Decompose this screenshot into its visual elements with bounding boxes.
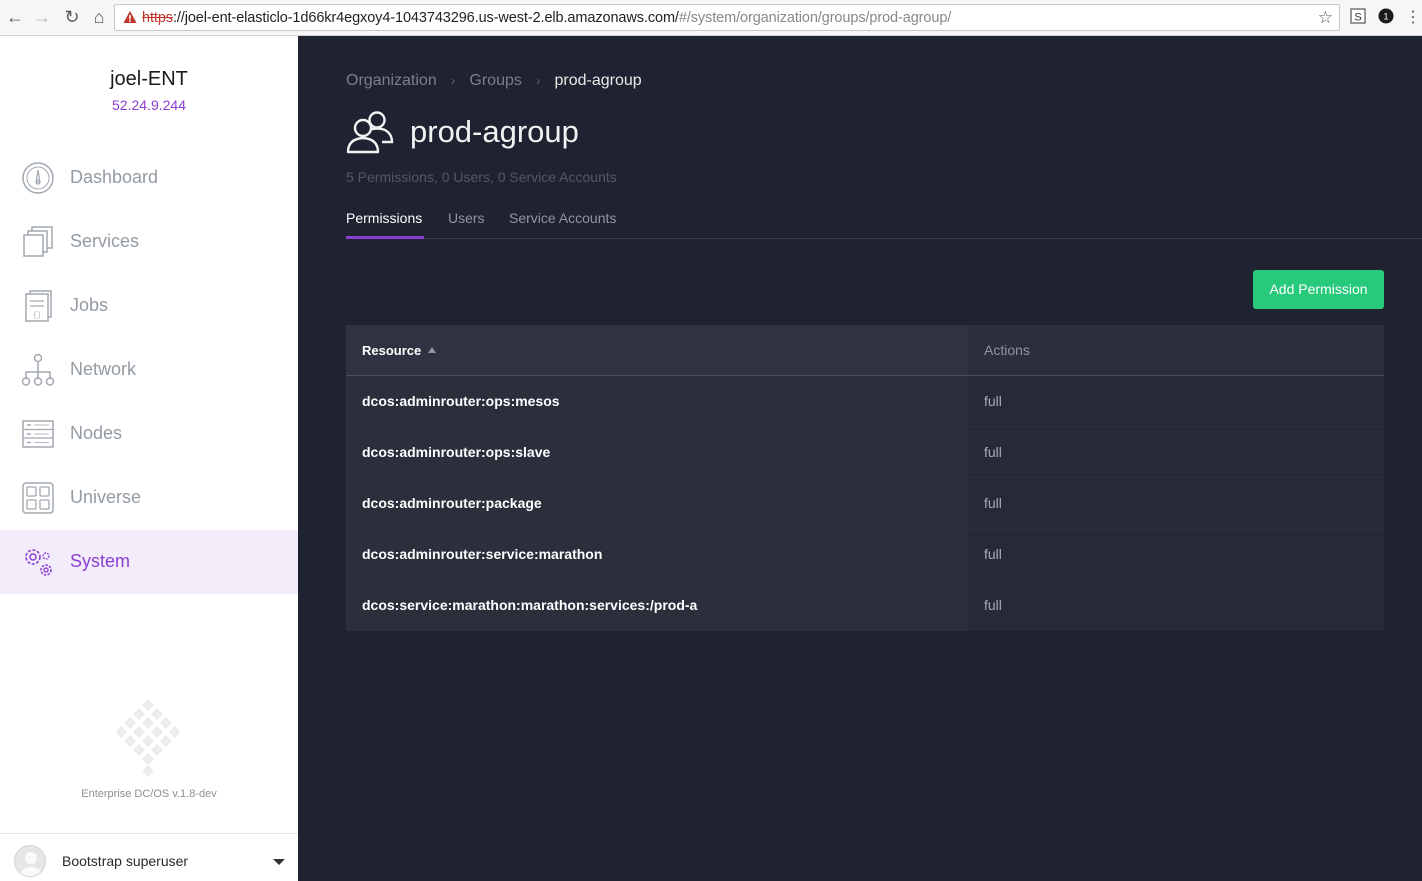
group-users-icon [346,111,394,154]
cluster-name[interactable]: joel-ENT [0,68,298,91]
sidebar-item-label: Network [70,359,137,379]
permissions-table: Resource Actions dcos:adminrouter:ops:me… [346,325,1384,631]
sort-ascending-icon [428,347,437,353]
chevron-right-icon: › [450,72,456,88]
reload-icon[interactable]: ↻ [61,6,83,28]
version-text: Enterprise DC/OS v.1.8-dev [81,788,217,800]
table-header-row: Resource Actions [346,325,1384,376]
resource-text: dcos:adminrouter:package [362,495,542,511]
url-scheme: https [142,10,173,26]
caret-down-icon[interactable] [273,859,285,865]
actions-column-header[interactable]: Actions [968,325,1384,375]
avatar [14,845,46,877]
browser-toolbar: ← → ↻ ⌂ https://joel-ent-elasticlo-1d66k… [0,0,1422,36]
tab-users[interactable]: Users [448,210,485,226]
add-permission-button[interactable]: Add Permission [1253,270,1384,309]
resource-header-label: Resource [362,343,422,358]
tab-permissions[interactable]: Permissions [346,210,422,226]
browser-menu-icon[interactable]: ⋮ [1402,6,1422,28]
table-row[interactable]: dcos:service:marathon:marathon:services:… [346,580,1384,631]
services-icon [23,226,53,257]
url-hash: #/system/organization/groups/prod-agroup… [678,10,952,26]
resource-header-text: Resource [362,343,437,358]
extension-s-icon[interactable]: S [1350,8,1366,24]
resource-column-header[interactable]: Resource [346,325,968,375]
table-row[interactable]: dcos:adminrouter:ops:slave full [346,427,1384,478]
breadcrumb-current: prod-agroup [554,72,642,89]
sidebar-item-services[interactable]: Services [0,210,298,274]
action-cell: full [968,529,1384,579]
actions-header-label: Actions [984,342,1030,358]
action-text: full [984,546,1002,562]
action-text: full [984,393,1002,409]
resource-cell: dcos:adminrouter:package [346,478,968,528]
table-row[interactable]: dcos:adminrouter:ops:mesos full [346,376,1384,427]
sidebar: joel-ENT 52.24.9.244 Dashboard Services … [0,36,298,881]
action-text: full [984,495,1002,511]
address-bar[interactable]: https://joel-ent-elasticlo-1d66kr4egxoy4… [114,4,1340,31]
action-text: full [984,444,1002,460]
user-silhouette-icon [20,852,42,876]
page-title: prod-agroup [410,114,579,149]
resource-cell: dcos:adminrouter:ops:mesos [346,376,968,426]
resource-cell: dcos:adminrouter:ops:slave [346,427,968,477]
forward-arrow-icon[interactable]: → [31,6,53,28]
svg-text:{}: {} [33,312,41,320]
jobs-icon: {} [25,290,52,322]
extension-1password-icon[interactable]: 1 [1378,8,1394,24]
home-icon[interactable]: ⌂ [88,6,110,28]
breadcrumb-groups[interactable]: Groups [469,72,521,89]
sidebar-item-dashboard[interactable]: Dashboard [0,146,298,210]
universe-icon [22,482,54,514]
active-tab-indicator [346,236,424,239]
tab-service-accounts[interactable]: Service Accounts [509,210,616,226]
back-arrow-icon[interactable]: ← [4,6,26,28]
action-cell: full [968,376,1384,426]
url-host: ://joel-ent-elasticlo-1d66kr4egxoy4-1043… [172,10,679,26]
breadcrumb-organization[interactable]: Organization [346,72,437,89]
url-text: https://joel-ent-elasticlo-1d66kr4egxoy4… [142,10,951,26]
resource-cell: dcos:service:marathon:marathon:services:… [346,580,968,631]
tab-bar: Permissions Users Service Accounts [346,208,1422,239]
system-gear-icon [25,549,52,576]
dashboard-icon [22,162,54,194]
page-subtitle: 5 Permissions, 0 Users, 0 Service Accoun… [346,169,617,185]
sidebar-item-label: Jobs [70,295,109,315]
action-text: full [984,597,1002,613]
resource-text: dcos:adminrouter:ops:mesos [362,393,560,409]
table-row[interactable]: dcos:adminrouter:service:marathon full [346,529,1384,580]
resource-cell: dcos:adminrouter:service:marathon [346,529,968,579]
user-name: Bootstrap superuser [62,853,189,869]
sidebar-item-network[interactable]: Network [0,338,298,402]
action-cell: full [968,427,1384,477]
sidebar-item-label: Dashboard [70,167,159,187]
sidebar-item-jobs[interactable]: {} Jobs [0,274,298,338]
sidebar-item-label: Universe [70,487,142,507]
svg-text:1: 1 [1383,12,1388,22]
sidebar-item-label: Nodes [70,423,123,443]
nodes-icon [22,420,54,448]
resource-text: dcos:adminrouter:ops:slave [362,444,551,460]
user-menu[interactable]: Bootstrap superuser [0,833,298,881]
sidebar-item-label: Services [70,231,140,251]
action-cell: full [968,478,1384,528]
chevron-right-icon: › [535,72,541,88]
sidebar-item-label: System [70,551,131,571]
resource-text: dcos:service:marathon:marathon:services:… [362,597,698,613]
sidebar-item-universe[interactable]: Universe [0,466,298,530]
sidebar-item-nodes[interactable]: Nodes [0,402,298,466]
resource-text: dcos:adminrouter:service:marathon [362,546,603,562]
cluster-ip: 52.24.9.244 [112,97,186,113]
action-cell: full [968,580,1384,631]
dcos-logo-icon [117,699,179,777]
table-row[interactable]: dcos:adminrouter:package full [346,478,1384,529]
warning-icon [123,11,137,23]
main-content: Organization › Groups › prod-agroup prod-agr… [298,36,1422,881]
svg-text:S: S [1354,12,1361,24]
network-icon [21,353,55,386]
sidebar-item-system[interactable]: System [0,530,298,594]
bookmark-star-icon[interactable]: ☆ [1318,8,1333,28]
breadcrumb: Organization › Groups › prod-agroup [346,72,642,90]
